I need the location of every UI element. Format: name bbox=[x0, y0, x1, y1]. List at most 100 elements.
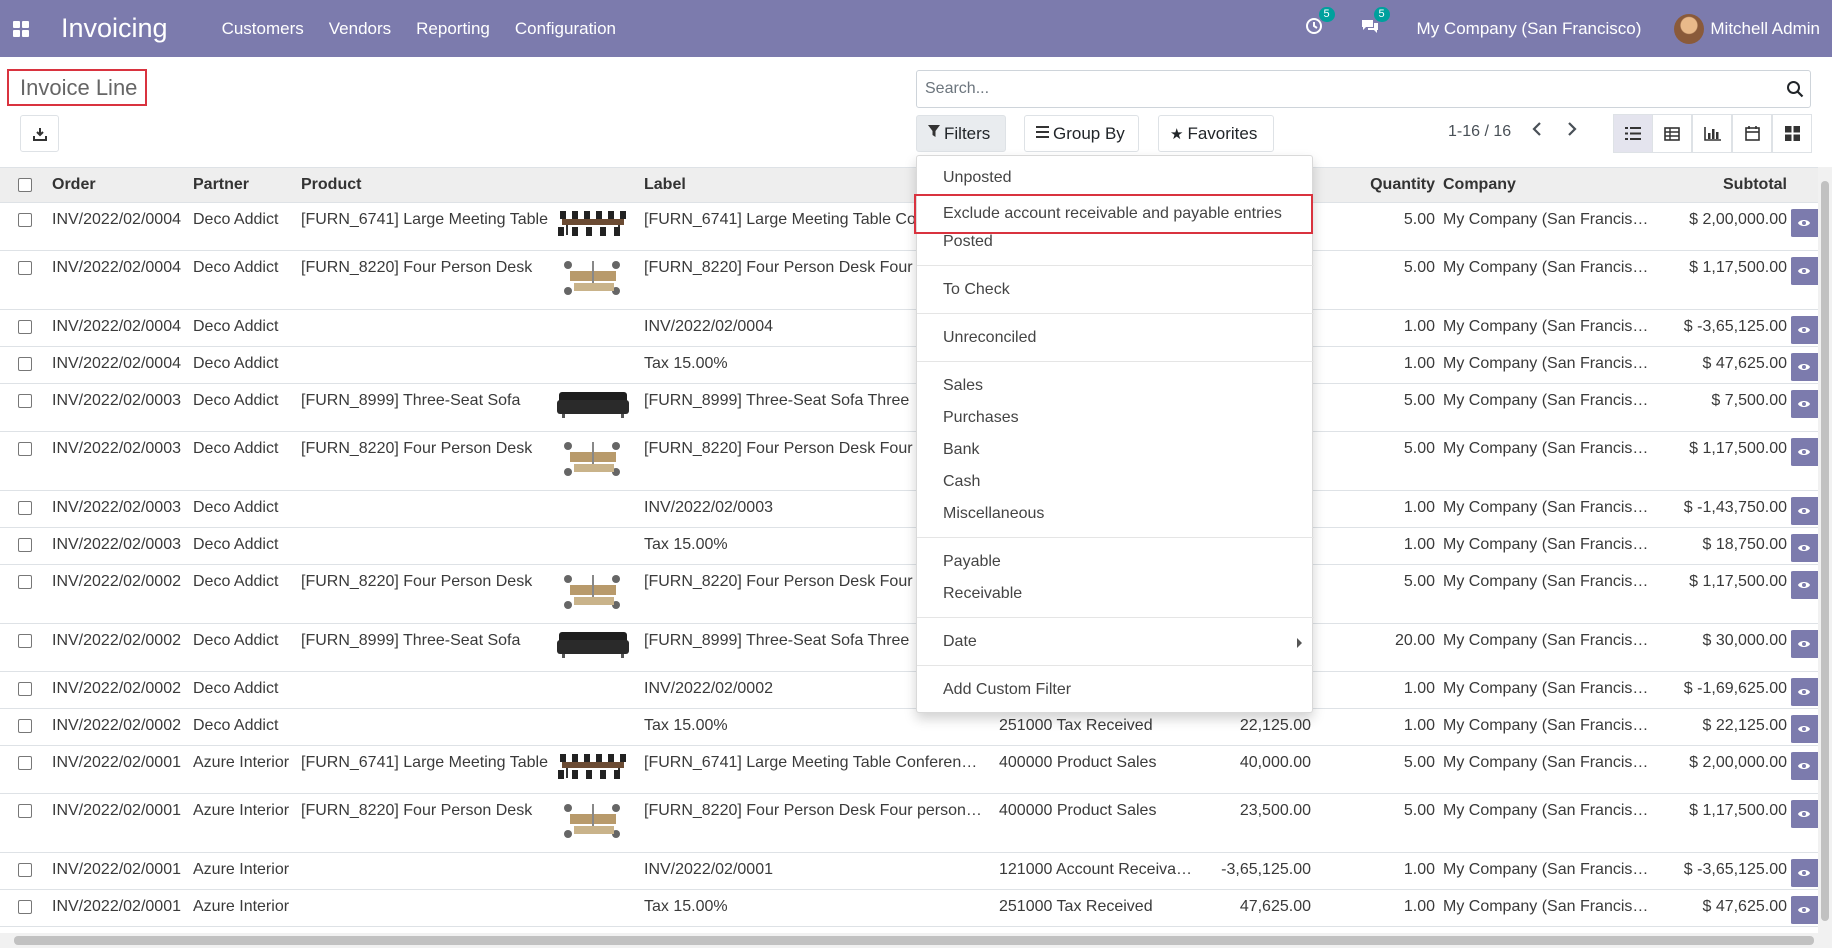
row-checkbox[interactable] bbox=[0, 564, 48, 624]
view-record-eye-icon[interactable] bbox=[1791, 257, 1818, 285]
row-checkbox[interactable] bbox=[0, 383, 48, 432]
row-checkbox[interactable] bbox=[0, 793, 48, 853]
group-by-button[interactable]: Group By bbox=[1024, 115, 1139, 152]
pager-previous-icon[interactable] bbox=[1532, 121, 1542, 142]
filter-option-bank[interactable]: Bank bbox=[917, 435, 1314, 465]
row-checkbox[interactable] bbox=[0, 852, 48, 890]
pager-value[interactable]: 1-16 / 16 bbox=[1448, 123, 1511, 141]
table-row[interactable]: INV/2022/02/0004 Deco Addict INV/2022/02/0… bbox=[0, 309, 1818, 347]
favorites-button[interactable]: ★ Favorites bbox=[1158, 115, 1274, 152]
table-row[interactable]: INV/2022/02/0003 Deco Addict Tax 15.00% 1.0… bbox=[0, 527, 1818, 565]
row-checkbox[interactable] bbox=[0, 708, 48, 746]
table-row[interactable]: INV/2022/02/0002 Deco Addict INV/2022/02/0… bbox=[0, 671, 1818, 709]
view-record-eye-icon[interactable] bbox=[1791, 353, 1818, 381]
company-switcher[interactable]: My Company (San Francisco) bbox=[1417, 19, 1642, 39]
dropdown-divider bbox=[917, 361, 1314, 362]
view-record-eye-icon[interactable] bbox=[1791, 896, 1818, 924]
table-row[interactable]: INV/2022/02/0002 Deco Addict [FURN_8220] F… bbox=[0, 564, 1818, 624]
filter-option-unreconciled[interactable]: Unreconciled bbox=[917, 323, 1314, 353]
view-record-eye-icon[interactable] bbox=[1791, 390, 1818, 418]
table-row[interactable]: INV/2022/02/0001 Azure Interior [FURN_8220… bbox=[0, 793, 1818, 853]
user-avatar[interactable] bbox=[1674, 13, 1705, 44]
column-quantity[interactable]: Quantity bbox=[1315, 167, 1439, 203]
table-row[interactable]: INV/2022/02/0002 Deco Addict Tax 15.00% 251… bbox=[0, 708, 1818, 746]
table-row[interactable]: INV/2022/02/0001 Azure Interior Tax 15.00%… bbox=[0, 889, 1818, 927]
search-icon[interactable] bbox=[1786, 80, 1804, 98]
table-row[interactable]: INV/2022/02/0004 Deco Addict [FURN_8220] F… bbox=[0, 250, 1818, 310]
pager-next-icon[interactable] bbox=[1567, 121, 1577, 142]
horizontal-scrollbar[interactable] bbox=[0, 933, 1832, 948]
view-record-eye-icon[interactable] bbox=[1791, 209, 1818, 237]
view-record-eye-icon[interactable] bbox=[1791, 859, 1818, 887]
user-menu[interactable]: Mitchell Admin bbox=[1710, 19, 1820, 39]
filter-option-to-check[interactable]: To Check bbox=[917, 275, 1314, 305]
graph-view-icon[interactable] bbox=[1692, 114, 1732, 153]
column-subtotal[interactable]: Subtotal bbox=[1661, 167, 1791, 203]
filter-option-purchases[interactable]: Purchases bbox=[917, 403, 1314, 433]
filter-option-miscellaneous[interactable]: Miscellaneous bbox=[917, 499, 1314, 529]
vertical-scrollbar[interactable] bbox=[1818, 167, 1832, 933]
row-checkbox[interactable] bbox=[0, 745, 48, 794]
row-checkbox[interactable] bbox=[0, 527, 48, 565]
view-record-eye-icon[interactable] bbox=[1791, 678, 1818, 706]
filter-option-receivable[interactable]: Receivable bbox=[917, 579, 1314, 609]
filter-option-cash[interactable]: Cash bbox=[917, 467, 1314, 497]
table-row[interactable]: INV/2022/02/0001 Azure Interior [FURN_6741… bbox=[0, 745, 1818, 794]
column-company[interactable]: Company bbox=[1439, 167, 1661, 203]
filter-option-date[interactable]: Date bbox=[917, 627, 1314, 657]
filter-option-payable[interactable]: Payable bbox=[917, 547, 1314, 577]
top-navbar: Invoicing Customers Vendors Reporting Co… bbox=[0, 0, 1832, 57]
apps-menu-icon[interactable] bbox=[1, 0, 41, 57]
row-checkbox[interactable] bbox=[0, 250, 48, 310]
column-product[interactable]: Product bbox=[297, 167, 556, 203]
table-row[interactable]: INV/2022/02/0004 Deco Addict [FURN_6741] L… bbox=[0, 202, 1818, 251]
row-checkbox[interactable] bbox=[0, 889, 48, 927]
view-record-eye-icon[interactable] bbox=[1791, 438, 1818, 466]
pivot-view-icon[interactable] bbox=[1652, 114, 1692, 153]
row-checkbox[interactable] bbox=[0, 346, 48, 384]
row-product bbox=[297, 527, 556, 565]
column-order[interactable]: Order bbox=[48, 167, 189, 203]
table-row[interactable]: INV/2022/02/0002 Deco Addict [FURN_8999] T… bbox=[0, 623, 1818, 672]
row-checkbox[interactable] bbox=[0, 490, 48, 528]
table-row[interactable]: INV/2022/02/0001 Azure Interior INV/2022/0… bbox=[0, 852, 1818, 890]
table-row[interactable]: INV/2022/02/0003 Deco Addict INV/2022/02/0… bbox=[0, 490, 1818, 528]
row-checkbox[interactable] bbox=[0, 623, 48, 672]
filters-button[interactable]: Filters bbox=[916, 115, 1006, 152]
column-partner[interactable]: Partner bbox=[189, 167, 297, 203]
table-row[interactable]: INV/2022/02/0003 Deco Addict [FURN_8220] F… bbox=[0, 431, 1818, 491]
view-record-eye-icon[interactable] bbox=[1791, 534, 1818, 562]
row-partner: Deco Addict bbox=[189, 708, 297, 746]
view-record-eye-icon[interactable] bbox=[1791, 715, 1818, 743]
select-all-checkbox[interactable] bbox=[0, 167, 48, 203]
row-checkbox[interactable] bbox=[0, 671, 48, 709]
app-name[interactable]: Invoicing bbox=[61, 13, 168, 44]
row-checkbox[interactable] bbox=[0, 431, 48, 491]
filter-option-sales[interactable]: Sales bbox=[917, 371, 1314, 401]
filter-option-unposted[interactable]: Unposted bbox=[917, 163, 1314, 193]
messages-chat-icon[interactable]: 5 bbox=[1360, 7, 1390, 40]
search-input[interactable]: Search... bbox=[916, 70, 1811, 108]
filter-option-posted[interactable]: Posted bbox=[917, 227, 1314, 257]
row-checkbox[interactable] bbox=[0, 202, 48, 251]
row-product: [FURN_6741] Large Meeting Table bbox=[297, 745, 556, 794]
view-record-eye-icon[interactable] bbox=[1791, 752, 1818, 780]
filter-option-add-custom-filter[interactable]: Add Custom Filter bbox=[917, 675, 1314, 705]
table-row[interactable]: INV/2022/02/0003 Deco Addict [FURN_8999] T… bbox=[0, 383, 1818, 432]
export-button[interactable] bbox=[20, 115, 59, 152]
menu-configuration[interactable]: Configuration bbox=[515, 19, 616, 39]
list-view-icon[interactable] bbox=[1613, 114, 1653, 153]
table-row[interactable]: INV/2022/02/0004 Deco Addict Tax 15.00% 1.0… bbox=[0, 346, 1818, 384]
activity-clock-icon[interactable]: 5 bbox=[1305, 7, 1335, 40]
view-record-eye-icon[interactable] bbox=[1791, 316, 1818, 344]
view-record-eye-icon[interactable] bbox=[1791, 630, 1818, 658]
calendar-view-icon[interactable] bbox=[1732, 114, 1772, 153]
menu-customers[interactable]: Customers bbox=[222, 19, 304, 39]
kanban-view-icon[interactable] bbox=[1772, 114, 1812, 153]
view-record-eye-icon[interactable] bbox=[1791, 497, 1818, 525]
menu-vendors[interactable]: Vendors bbox=[329, 19, 391, 39]
row-checkbox[interactable] bbox=[0, 309, 48, 347]
menu-reporting[interactable]: Reporting bbox=[416, 19, 490, 39]
view-record-eye-icon[interactable] bbox=[1791, 800, 1818, 828]
view-record-eye-icon[interactable] bbox=[1791, 571, 1818, 599]
